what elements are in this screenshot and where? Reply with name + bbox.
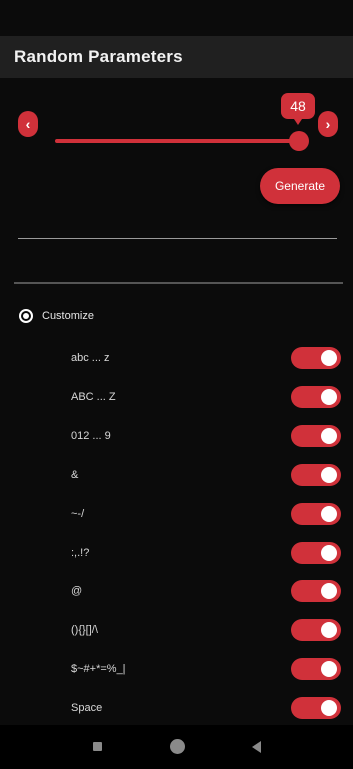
toggle-label: $~#+*=%_| <box>71 663 126 675</box>
chevron-left-icon: ‹ <box>25 116 31 132</box>
toggle-row: :,.!? <box>0 539 353 569</box>
toggle-row: & <box>0 461 353 491</box>
toggle-switch[interactable] <box>291 464 341 486</box>
switch-knob <box>321 700 337 716</box>
slider-thumb[interactable] <box>289 131 309 151</box>
toggle-switch[interactable] <box>291 658 341 680</box>
status-bar <box>0 0 353 36</box>
toggle-row: (){}[]/\ <box>0 616 353 646</box>
switch-knob <box>321 661 337 677</box>
toggle-switch[interactable] <box>291 697 341 719</box>
toggle-row: 012 ... 9 <box>0 422 353 452</box>
toggle-row: ~-/ <box>0 500 353 530</box>
toggle-row: @ <box>0 577 353 607</box>
switch-knob <box>321 545 337 561</box>
page-title: Random Parameters <box>14 47 183 66</box>
switch-knob <box>321 389 337 405</box>
switch-knob <box>321 467 337 483</box>
length-slider[interactable] <box>55 139 297 143</box>
back-icon[interactable] <box>252 741 261 753</box>
app-bar: Random Parameters <box>0 36 353 78</box>
toggle-switch[interactable] <box>291 580 341 602</box>
customize-label: Customize <box>42 310 94 322</box>
toggle-label: @ <box>71 585 83 597</box>
switch-knob <box>321 506 337 522</box>
toggle-switch[interactable] <box>291 425 341 447</box>
switch-knob <box>321 350 337 366</box>
divider <box>14 282 343 284</box>
toggle-row: Space <box>0 694 353 724</box>
toggle-row: abc ... z <box>0 344 353 374</box>
toggle-switch[interactable] <box>291 386 341 408</box>
switch-knob <box>321 583 337 599</box>
slider-value-label: 48 <box>281 93 315 125</box>
increase-length-button[interactable]: › <box>318 111 338 137</box>
toggle-label: ABC ... Z <box>71 391 116 403</box>
toggle-label: ~-/ <box>71 508 85 520</box>
toggle-label: (){}[]/\ <box>71 624 98 636</box>
toggle-switch[interactable] <box>291 619 341 641</box>
toggle-switch[interactable] <box>291 347 341 369</box>
toggle-label: :,.!? <box>71 547 90 559</box>
system-nav-bar <box>0 725 353 769</box>
chevron-right-icon: › <box>325 116 331 132</box>
generate-button[interactable]: Generate <box>260 168 340 204</box>
recent-apps-icon[interactable] <box>93 742 102 751</box>
output-field[interactable] <box>18 210 337 239</box>
toggle-switch[interactable] <box>291 503 341 525</box>
home-icon[interactable] <box>170 739 185 754</box>
toggle-label: 012 ... 9 <box>71 430 111 442</box>
toggle-row: $~#+*=%_| <box>0 655 353 685</box>
toggle-label: Space <box>71 702 103 714</box>
toggle-row: ABC ... Z <box>0 383 353 413</box>
decrease-length-button[interactable]: ‹ <box>18 111 38 137</box>
toggle-switch[interactable] <box>291 542 341 564</box>
switch-knob <box>321 428 337 444</box>
toggle-label: & <box>71 469 79 481</box>
app-screen: Random Parameters ‹ 48 › Generate Custom… <box>0 0 353 769</box>
customize-radio[interactable] <box>19 309 33 323</box>
toggle-label: abc ... z <box>71 352 110 364</box>
switch-knob <box>321 622 337 638</box>
